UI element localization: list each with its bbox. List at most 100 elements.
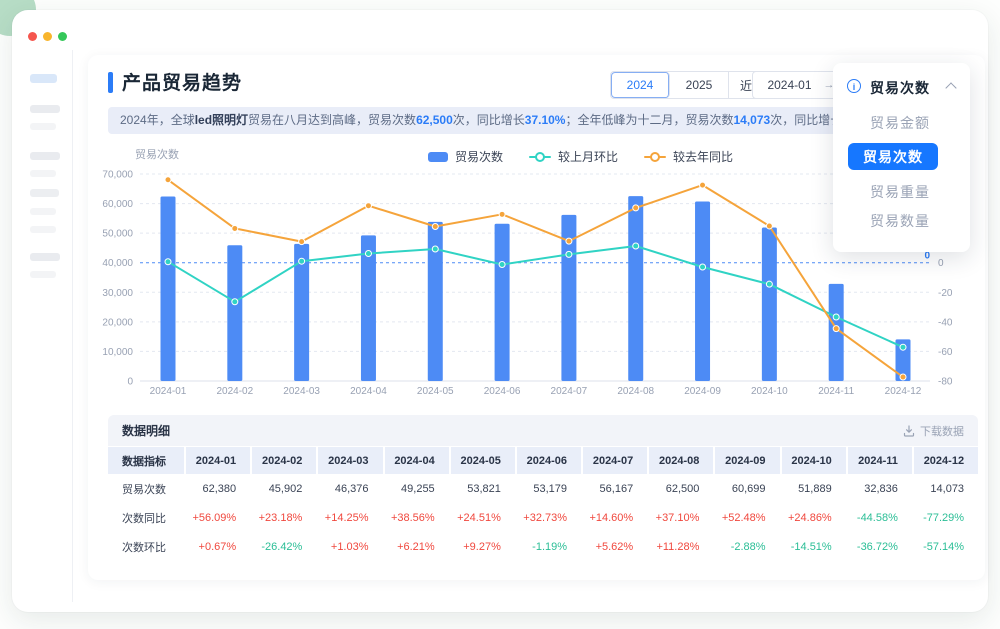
point-较去年同比-2024-10[interactable] <box>766 223 772 229</box>
table-cell: +38.56% <box>385 503 449 532</box>
table-header-cell: 2024-08 <box>649 447 713 474</box>
point-较上月环比-2024-11[interactable] <box>833 314 839 320</box>
x-axis-label: 2024-11 <box>818 386 854 397</box>
table-cell: +52.48% <box>715 503 779 532</box>
metric-dropdown: i 贸易次数 贸易金额贸易次数贸易重量贸易数量 <box>833 63 970 252</box>
point-较上月环比-2024-07[interactable] <box>566 251 572 257</box>
left-axis-tick: 60,000 <box>102 199 133 210</box>
point-较去年同比-2024-11[interactable] <box>833 326 839 332</box>
info-icon: i <box>847 79 861 93</box>
point-较上月环比-2024-10[interactable] <box>766 281 772 287</box>
chevron-up-icon <box>945 82 956 93</box>
point-较上月环比-2024-01[interactable] <box>165 259 171 265</box>
table-cell: 56,167 <box>583 474 647 503</box>
table-cell: +6.21% <box>385 532 449 561</box>
bar-2024-06[interactable] <box>495 224 510 381</box>
right-axis-tick: 0 <box>938 258 944 269</box>
point-较上月环比-2024-05[interactable] <box>432 246 438 252</box>
table-cell: +1.03% <box>318 532 382 561</box>
table-cell: -26.42% <box>252 532 316 561</box>
sidebar-item-skeleton-2[interactable] <box>30 105 60 113</box>
summary-text: 62,500 <box>416 113 453 127</box>
table-cell: +9.27% <box>451 532 515 561</box>
right-axis-tick: -80 <box>938 377 953 388</box>
point-较去年同比-2024-01[interactable] <box>165 177 171 183</box>
table-cell: 53,179 <box>517 474 581 503</box>
table-cell: +24.86% <box>782 503 846 532</box>
point-较去年同比-2024-09[interactable] <box>700 182 706 188</box>
table-row-次数环比: 次数环比+0.67%-26.42%+1.03%+6.21%+9.27%-1.19… <box>108 532 978 561</box>
point-较上月环比-2024-09[interactable] <box>700 264 706 270</box>
table-cell: 60,699 <box>715 474 779 503</box>
screenshot-stage: 产品贸易趋势 20242025近一年 2024-01 → 2024-12 202… <box>0 0 1000 629</box>
table-header-cell: 2024-12 <box>914 447 978 474</box>
bar-2024-04[interactable] <box>361 235 376 381</box>
point-较去年同比-2024-07[interactable] <box>566 238 572 244</box>
summary-text: ；全年低峰为十二月，贸易次数 <box>565 113 733 127</box>
point-较上月环比-2024-06[interactable] <box>499 261 505 267</box>
title-accent-bar <box>108 72 113 93</box>
bar-2024-09[interactable] <box>695 202 710 381</box>
dropdown-item-贸易数量[interactable]: 贸易数量 <box>870 211 930 231</box>
point-较去年同比-2024-04[interactable] <box>365 203 371 209</box>
left-axis-tick: 0 <box>127 377 133 388</box>
point-较去年同比-2024-06[interactable] <box>499 211 505 217</box>
table-cell: 46,376 <box>318 474 382 503</box>
table-cell: +5.62% <box>583 532 647 561</box>
summary-text: 2024年，全球 <box>120 113 195 127</box>
download-data-button[interactable]: 下载数据 <box>903 423 964 439</box>
left-axis-tick: 70,000 <box>102 170 133 181</box>
table-cell: 62,500 <box>649 474 713 503</box>
download-label: 下载数据 <box>920 423 964 439</box>
table-row-贸易次数: 贸易次数62,38045,90246,37649,25553,82153,179… <box>108 474 978 503</box>
line-较去年同比 <box>168 180 903 377</box>
point-较去年同比-2024-12[interactable] <box>900 374 906 380</box>
right-axis-tick: -60 <box>938 347 953 358</box>
tab-2024[interactable]: 2024 <box>611 72 670 98</box>
point-较上月环比-2024-02[interactable] <box>232 299 238 305</box>
summary-text: 次，同比增长 <box>453 113 525 127</box>
table-cell: +23.18% <box>252 503 316 532</box>
sidebar-item-skeleton-3[interactable] <box>30 123 56 130</box>
dropdown-header[interactable]: i 贸易次数 <box>833 77 970 97</box>
table-header-cell: 2024-10 <box>782 447 846 474</box>
table-cell: 53,821 <box>451 474 515 503</box>
bar-2024-08[interactable] <box>628 196 643 381</box>
point-较上月环比-2024-04[interactable] <box>365 251 371 257</box>
left-axis-tick: 40,000 <box>102 258 133 269</box>
table-cell: 45,902 <box>252 474 316 503</box>
right-axis-tick: -20 <box>938 288 953 299</box>
dropdown-selected-label: 贸易次数 <box>870 78 930 98</box>
x-axis-label: 2024-09 <box>684 386 721 397</box>
table-section-header: 数据明细 下载数据 <box>108 415 978 446</box>
point-较上月环比-2024-03[interactable] <box>299 258 305 264</box>
point-较上月环比-2024-08[interactable] <box>633 243 639 249</box>
summary-text: 次，同比增长 <box>770 113 842 127</box>
bar-2024-01[interactable] <box>161 197 176 381</box>
table-cell: -36.72% <box>848 532 912 561</box>
point-较上月环比-2024-12[interactable] <box>900 344 906 350</box>
table-header-cell: 2024-02 <box>252 447 316 474</box>
tab-2025[interactable]: 2025 <box>670 72 729 98</box>
point-较去年同比-2024-05[interactable] <box>432 223 438 229</box>
point-较去年同比-2024-03[interactable] <box>299 239 305 245</box>
dropdown-item-贸易重量[interactable]: 贸易重量 <box>870 182 930 202</box>
point-较去年同比-2024-08[interactable] <box>633 205 639 211</box>
bar-2024-10[interactable] <box>762 228 777 381</box>
download-icon <box>903 425 915 437</box>
point-较去年同比-2024-02[interactable] <box>232 225 238 231</box>
table-header-cell: 2024-04 <box>385 447 449 474</box>
bar-2024-02[interactable] <box>227 245 242 381</box>
dropdown-item-贸易金额[interactable]: 贸易金额 <box>870 113 930 133</box>
left-axis-tick: 10,000 <box>102 347 133 358</box>
right-axis-tick: -40 <box>938 317 953 328</box>
sidebar-item-skeleton-1[interactable] <box>30 74 57 83</box>
dropdown-item-贸易次数[interactable]: 贸易次数 <box>848 143 938 170</box>
range-start: 2024-01 <box>767 78 811 92</box>
data-table-section: 数据明细 下载数据 数据指标2024-012024-022024-032024-… <box>108 415 978 561</box>
table-cell: 14,073 <box>914 474 978 503</box>
row-label: 次数环比 <box>108 532 184 561</box>
table-cell: +32.73% <box>517 503 581 532</box>
x-axis-label: 2024-06 <box>484 386 521 397</box>
table-cell: +0.67% <box>186 532 250 561</box>
